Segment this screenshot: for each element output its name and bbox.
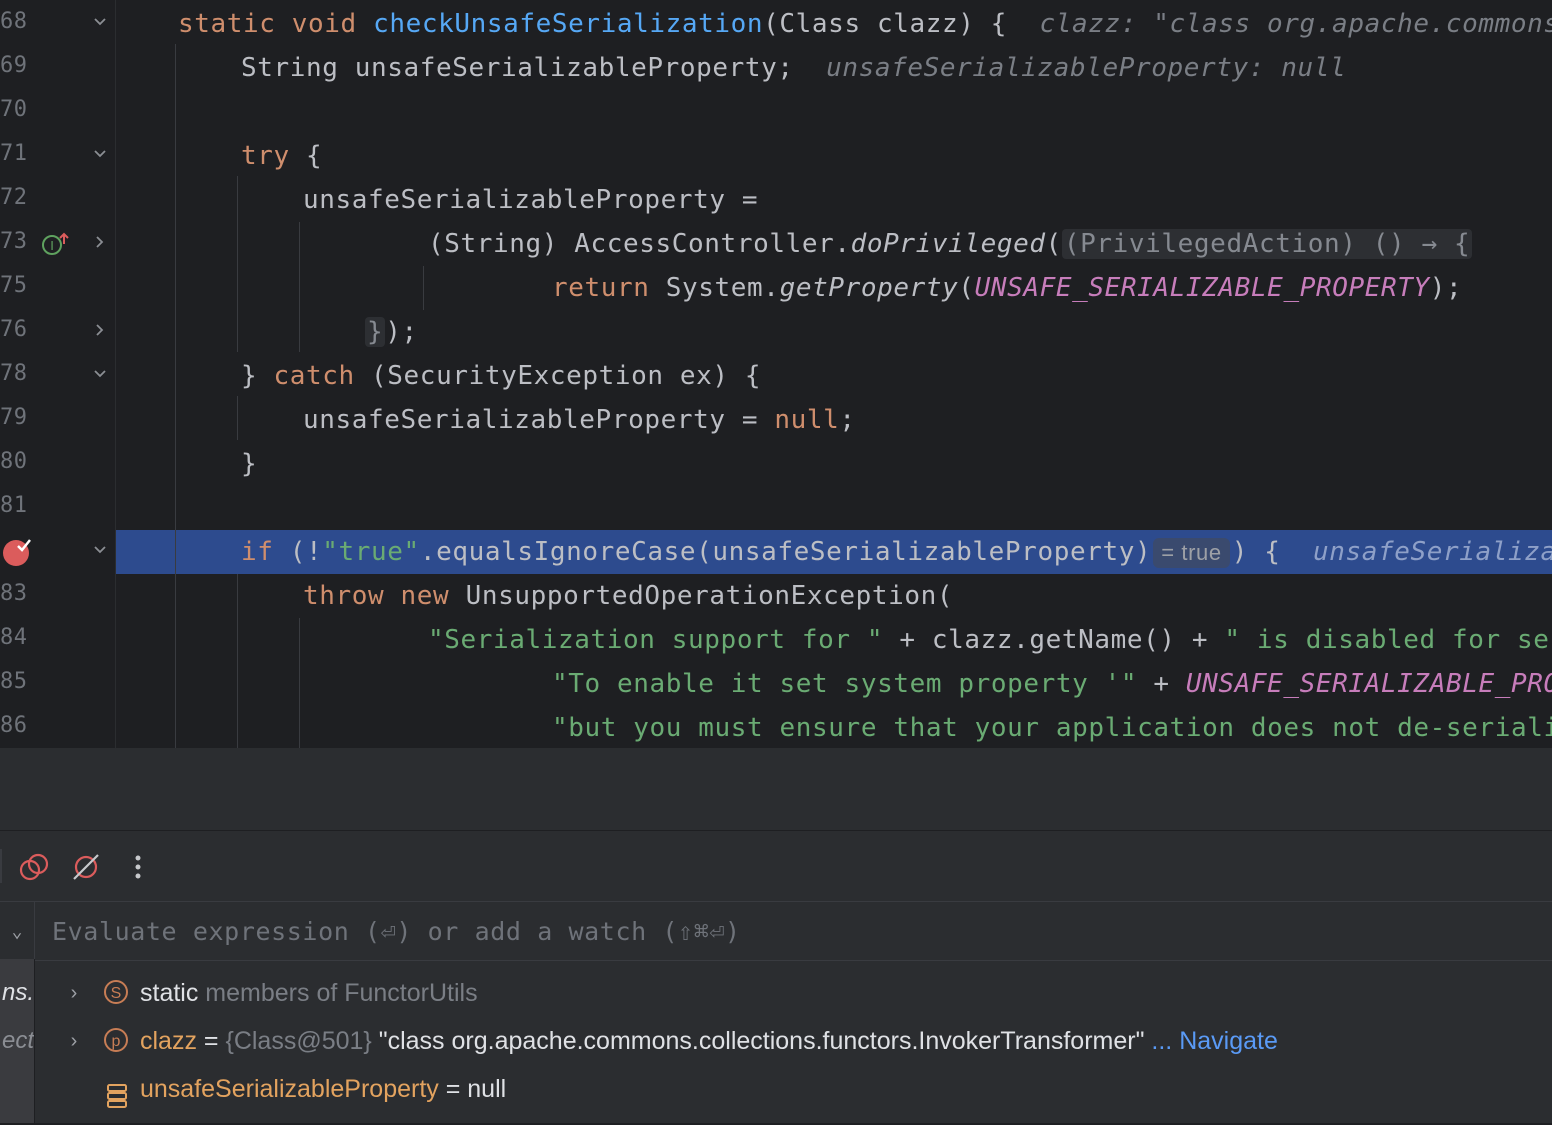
divider	[34, 902, 35, 960]
line-number: 86	[0, 704, 34, 748]
inline-debug-value: unsafeSerializableProperty: null	[826, 53, 1346, 83]
line-number: 80	[0, 440, 34, 484]
indent-guide	[423, 266, 424, 310]
implementation-icon[interactable]: I	[40, 230, 70, 260]
gutter-separator	[115, 0, 116, 748]
inline-eval-result[interactable]: = true	[1153, 538, 1229, 568]
chevron-down-icon[interactable]: ⌄	[0, 902, 34, 960]
field-icon	[106, 1077, 128, 1103]
line-number: 76	[0, 308, 34, 352]
code-line-83: throw new UnsupportedOperationException(	[303, 574, 953, 618]
indent-guide	[299, 222, 300, 352]
breakpoint-icon[interactable]	[2, 538, 34, 568]
line-number: 85	[0, 660, 34, 704]
line-number: 84	[0, 616, 34, 660]
indent-guide	[237, 176, 238, 352]
folded-lambda[interactable]: (PrivilegedAction) () → {	[1062, 229, 1472, 259]
line-number: 81	[0, 484, 34, 528]
code-line-80: }	[241, 442, 257, 486]
line-number: 69	[0, 44, 34, 88]
indent-guide	[299, 618, 300, 748]
debugger-toolbar	[0, 831, 1552, 901]
line-number: 75	[0, 264, 34, 308]
expand-chevron-icon[interactable]	[88, 308, 112, 352]
code-line-82: if (!"true".equalsIgnoreCase(unsafeSeria…	[241, 530, 1552, 574]
svg-text:I: I	[50, 238, 54, 253]
line-number: 78	[0, 352, 34, 396]
code-line-71: try {	[241, 134, 322, 178]
code-line-78: } catch (SecurityException ex) {	[241, 354, 761, 398]
chevron-right-icon[interactable]: ›	[64, 969, 84, 1017]
code-editor[interactable]: 686970717273757678798081 83848586 I stati…	[0, 0, 1552, 748]
variable-row-clazz[interactable]: › p clazz = {Class@501} "class org.apach…	[36, 1017, 1552, 1065]
indent-guide	[237, 574, 238, 748]
indent-guide	[175, 44, 176, 748]
fold-chevron-icon[interactable]	[88, 528, 112, 572]
code-line-84: "Serialization support for " + clazz.get…	[428, 618, 1552, 662]
inline-debug-value: clazz: "class org.apache.commons.co	[1040, 9, 1552, 39]
toolbar-edge	[0, 849, 2, 883]
variables-tree: › S static members of FunctorUtils › p c…	[36, 959, 1552, 1123]
frames-list: ns. ect	[0, 959, 35, 1123]
chevron-right-icon[interactable]: ›	[64, 1017, 84, 1065]
code-line-86: "but you must ensure that your applicati…	[552, 706, 1552, 748]
code-line-69: String unsafeSerializableProperty; unsaf…	[241, 46, 1346, 90]
variable-row-unsafe-property[interactable]: unsafeSerializableProperty = null	[36, 1065, 1552, 1113]
code-line-73: (String) AccessController.doPrivileged((…	[428, 222, 1472, 266]
line-number: 72	[0, 176, 34, 220]
frame-item[interactable]: ns.	[0, 969, 34, 1017]
line-number: 79	[0, 396, 34, 440]
view-breakpoints-icon[interactable]	[14, 847, 54, 887]
fold-chevron-icon[interactable]	[88, 352, 112, 396]
variable-row-static[interactable]: › S static members of FunctorUtils	[36, 969, 1552, 1017]
indent-guide	[237, 396, 238, 440]
line-number: 83	[0, 572, 34, 616]
code-line-68: static void checkUnsafeSerialization(Cla…	[178, 2, 1552, 46]
navigate-link[interactable]: ... Navigate	[1144, 1027, 1277, 1055]
expand-chevron-icon[interactable]	[88, 220, 112, 264]
static-icon: S	[104, 980, 128, 1004]
line-number: 71	[0, 132, 34, 176]
panel-spacer	[0, 748, 1552, 830]
fold-chevron-icon[interactable]	[88, 0, 112, 44]
code-line-75: return System.getProperty(UNSAFE_SERIALI…	[552, 266, 1462, 310]
parameter-icon: p	[104, 1028, 128, 1052]
debugger-panel: ⌄ ns. ect › S static members of FunctorU…	[0, 830, 1552, 1123]
code-line-72: unsafeSerializableProperty =	[303, 178, 758, 222]
mute-breakpoints-icon[interactable]	[66, 847, 106, 887]
line-number: 70	[0, 88, 34, 132]
code-line-79: unsafeSerializableProperty = null;	[303, 398, 856, 442]
fold-chevron-icon[interactable]	[88, 132, 112, 176]
code-line-76: });	[365, 310, 418, 354]
more-icon[interactable]	[118, 847, 158, 887]
code-line-85: "To enable it set system property '" + U…	[552, 662, 1552, 706]
evaluate-expression-input[interactable]	[36, 902, 1552, 960]
line-number: 73	[0, 220, 34, 264]
frame-item[interactable]: ect	[0, 1017, 34, 1065]
line-number: 68	[0, 0, 34, 44]
inline-debug-value: unsafeSerializabl	[1313, 537, 1552, 567]
evaluate-row: ⌄	[0, 901, 1552, 961]
